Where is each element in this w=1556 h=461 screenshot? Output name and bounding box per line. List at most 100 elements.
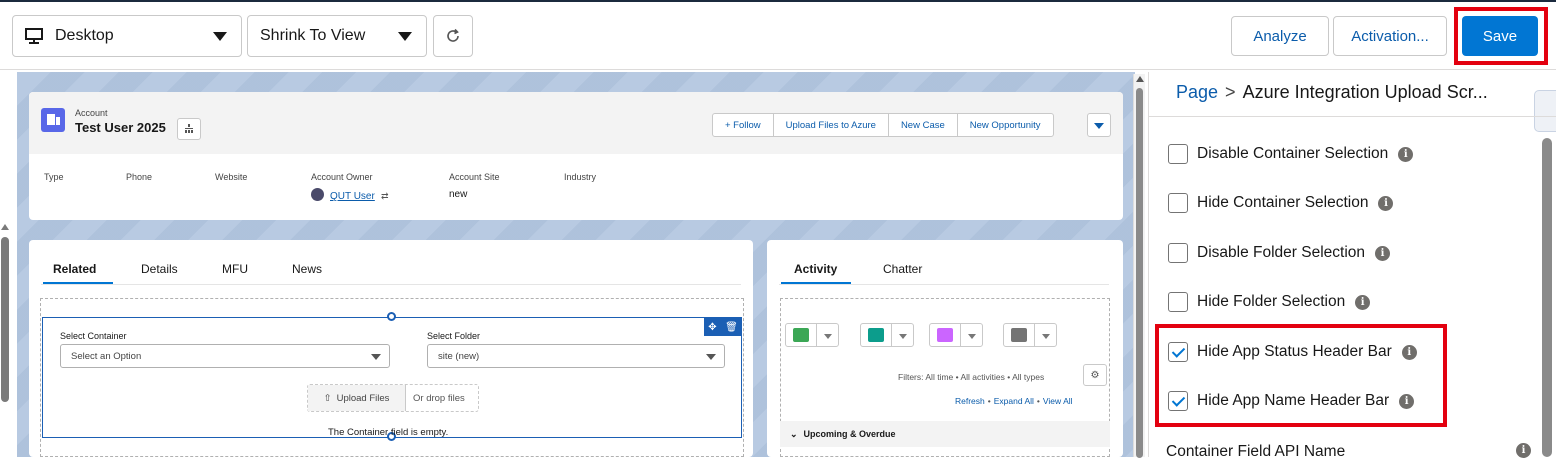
chevron-down-icon[interactable] — [960, 324, 982, 346]
phone-label: Phone — [126, 172, 153, 182]
delete-icon[interactable]: 🗑 — [725, 322, 738, 333]
info-icon[interactable]: i — [1398, 146, 1414, 162]
container-select[interactable]: Select an Option — [60, 344, 390, 368]
activity-settings-button[interactable]: ⚙ — [1083, 364, 1107, 386]
view-select[interactable]: Shrink To View — [247, 15, 427, 57]
drop-files-text: Or drop files — [413, 393, 465, 404]
checkbox-label: Hide Container Selection — [1197, 194, 1369, 211]
container-label: Select Container — [60, 331, 127, 341]
folder-select[interactable]: site (new) — [427, 344, 725, 368]
properties-scrollbar[interactable] — [1542, 138, 1552, 457]
refresh-icon — [447, 28, 459, 42]
gear-icon: ⚙ — [1090, 369, 1100, 381]
upload-label: Upload Files — [336, 392, 390, 404]
chevron-down-icon — [706, 354, 716, 360]
checkbox-disable-container[interactable]: Disable Container Selection i — [1168, 142, 1414, 166]
monitor-icon — [25, 28, 43, 44]
canvas-scrollbar[interactable] — [1133, 74, 1145, 458]
left-scrollbar[interactable] — [1, 237, 9, 402]
tab-related[interactable]: Related — [53, 262, 96, 276]
active-tab-indicator — [43, 282, 113, 284]
follow-button[interactable]: + Follow — [713, 114, 774, 136]
tab-mfu[interactable]: MFU — [222, 262, 248, 276]
website-label: Website — [215, 172, 248, 182]
save-highlight-box — [1454, 7, 1548, 65]
checkbox[interactable] — [1168, 243, 1188, 263]
file-drop-area[interactable]: ⇧ Upload Files Or drop files — [307, 384, 479, 412]
more-actions-button[interactable] — [1087, 113, 1111, 137]
checkbox-label: Disable Container Selection — [1197, 145, 1389, 162]
checkbox[interactable] — [1168, 193, 1188, 213]
log-call-button[interactable] — [860, 323, 914, 347]
device-select[interactable]: Desktop — [12, 15, 242, 57]
owner-label: Account Owner — [311, 172, 373, 182]
breadcrumb-separator: > — [1225, 82, 1236, 102]
tab-details[interactable]: Details — [141, 262, 178, 276]
new-opportunity-button[interactable]: New Opportunity — [958, 114, 1053, 136]
site-label: Account Site — [449, 172, 500, 182]
info-icon[interactable]: i — [1516, 443, 1531, 458]
hierarchy-icon — [185, 124, 193, 133]
email-icon — [1011, 328, 1027, 342]
call-icon — [868, 328, 884, 342]
checkbox[interactable] — [1168, 292, 1188, 312]
refresh-link[interactable]: Refresh — [955, 396, 985, 406]
folder-label: Select Folder — [427, 331, 481, 341]
selected-component[interactable] — [42, 317, 742, 438]
folder-value: site (new) — [438, 350, 480, 362]
chevron-down-icon[interactable] — [891, 324, 913, 346]
new-task-button[interactable] — [785, 323, 839, 347]
container-field-label: Container Field API Name — [1166, 443, 1346, 460]
upload-files-azure-button[interactable]: Upload Files to Azure — [774, 114, 889, 136]
industry-label: Industry — [564, 172, 597, 182]
resize-handle-top[interactable] — [387, 312, 396, 321]
new-case-button[interactable]: New Case — [889, 114, 958, 136]
chevron-down-icon[interactable] — [1034, 324, 1056, 346]
avatar — [311, 188, 324, 201]
expand-all-link[interactable]: Expand All — [994, 396, 1034, 406]
breadcrumb: Page > Azure Integration Upload Scr... — [1176, 82, 1488, 103]
task-icon — [793, 328, 809, 342]
info-icon[interactable]: i — [1355, 294, 1371, 310]
checkbox-hide-folder[interactable]: Hide Folder Selection i — [1168, 290, 1371, 314]
info-icon[interactable]: i — [1375, 245, 1391, 261]
breadcrumb-page-link[interactable]: Page — [1176, 82, 1218, 102]
new-event-button[interactable] — [929, 323, 983, 347]
chevron-down-icon — [213, 32, 227, 41]
builder-toolbar: Desktop Shrink To View Analyze Activatio… — [0, 2, 1556, 70]
chevron-down-icon[interactable] — [816, 324, 838, 346]
analyze-button[interactable]: Analyze — [1231, 16, 1329, 56]
container-placeholder: Select an Option — [71, 350, 142, 362]
checkbox-label: Hide Folder Selection — [1197, 293, 1346, 310]
type-label: Type — [44, 172, 64, 182]
move-icon[interactable]: ✥ — [708, 322, 716, 333]
tab-news[interactable]: News — [292, 262, 322, 276]
upcoming-overdue-section[interactable]: ⌄ Upcoming & Overdue — [780, 421, 1110, 447]
checkbox-label: Disable Folder Selection — [1197, 244, 1366, 261]
canvas-scroll-thumb[interactable] — [1136, 88, 1143, 458]
panel-collapse-tab[interactable] — [1534, 90, 1556, 132]
scroll-up-icon[interactable] — [1136, 76, 1144, 82]
chevron-down-icon — [398, 32, 412, 41]
object-label: Account — [75, 108, 108, 118]
change-owner-icon[interactable]: ⇄ — [381, 191, 389, 202]
checkbox[interactable] — [1168, 144, 1188, 164]
info-icon[interactable]: i — [1378, 195, 1394, 211]
owner-link[interactable]: QUT User — [330, 191, 375, 202]
hierarchy-button[interactable] — [177, 118, 201, 140]
breadcrumb-component: Azure Integration Upload Scr... — [1242, 82, 1488, 102]
upload-files-button[interactable]: ⇧ Upload Files — [308, 385, 406, 411]
record-header: Account Test User 2025 + Follow Upload F… — [29, 92, 1123, 154]
checkbox-disable-folder[interactable]: Disable Folder Selection i — [1168, 241, 1391, 265]
panel-divider — [1149, 116, 1556, 117]
view-all-link[interactable]: View All — [1043, 396, 1073, 406]
activation-button[interactable]: Activation... — [1333, 16, 1447, 56]
checkbox-hide-container[interactable]: Hide Container Selection i — [1168, 191, 1394, 215]
scroll-up-icon[interactable] — [1, 224, 9, 230]
refresh-button[interactable] — [433, 15, 473, 57]
record-header-card[interactable]: Account Test User 2025 + Follow Upload F… — [29, 92, 1123, 220]
email-button[interactable] — [1003, 323, 1057, 347]
tab-chatter[interactable]: Chatter — [883, 262, 922, 276]
tab-activity[interactable]: Activity — [794, 262, 837, 276]
component-toolbar: ✥ 🗑 — [704, 318, 742, 336]
